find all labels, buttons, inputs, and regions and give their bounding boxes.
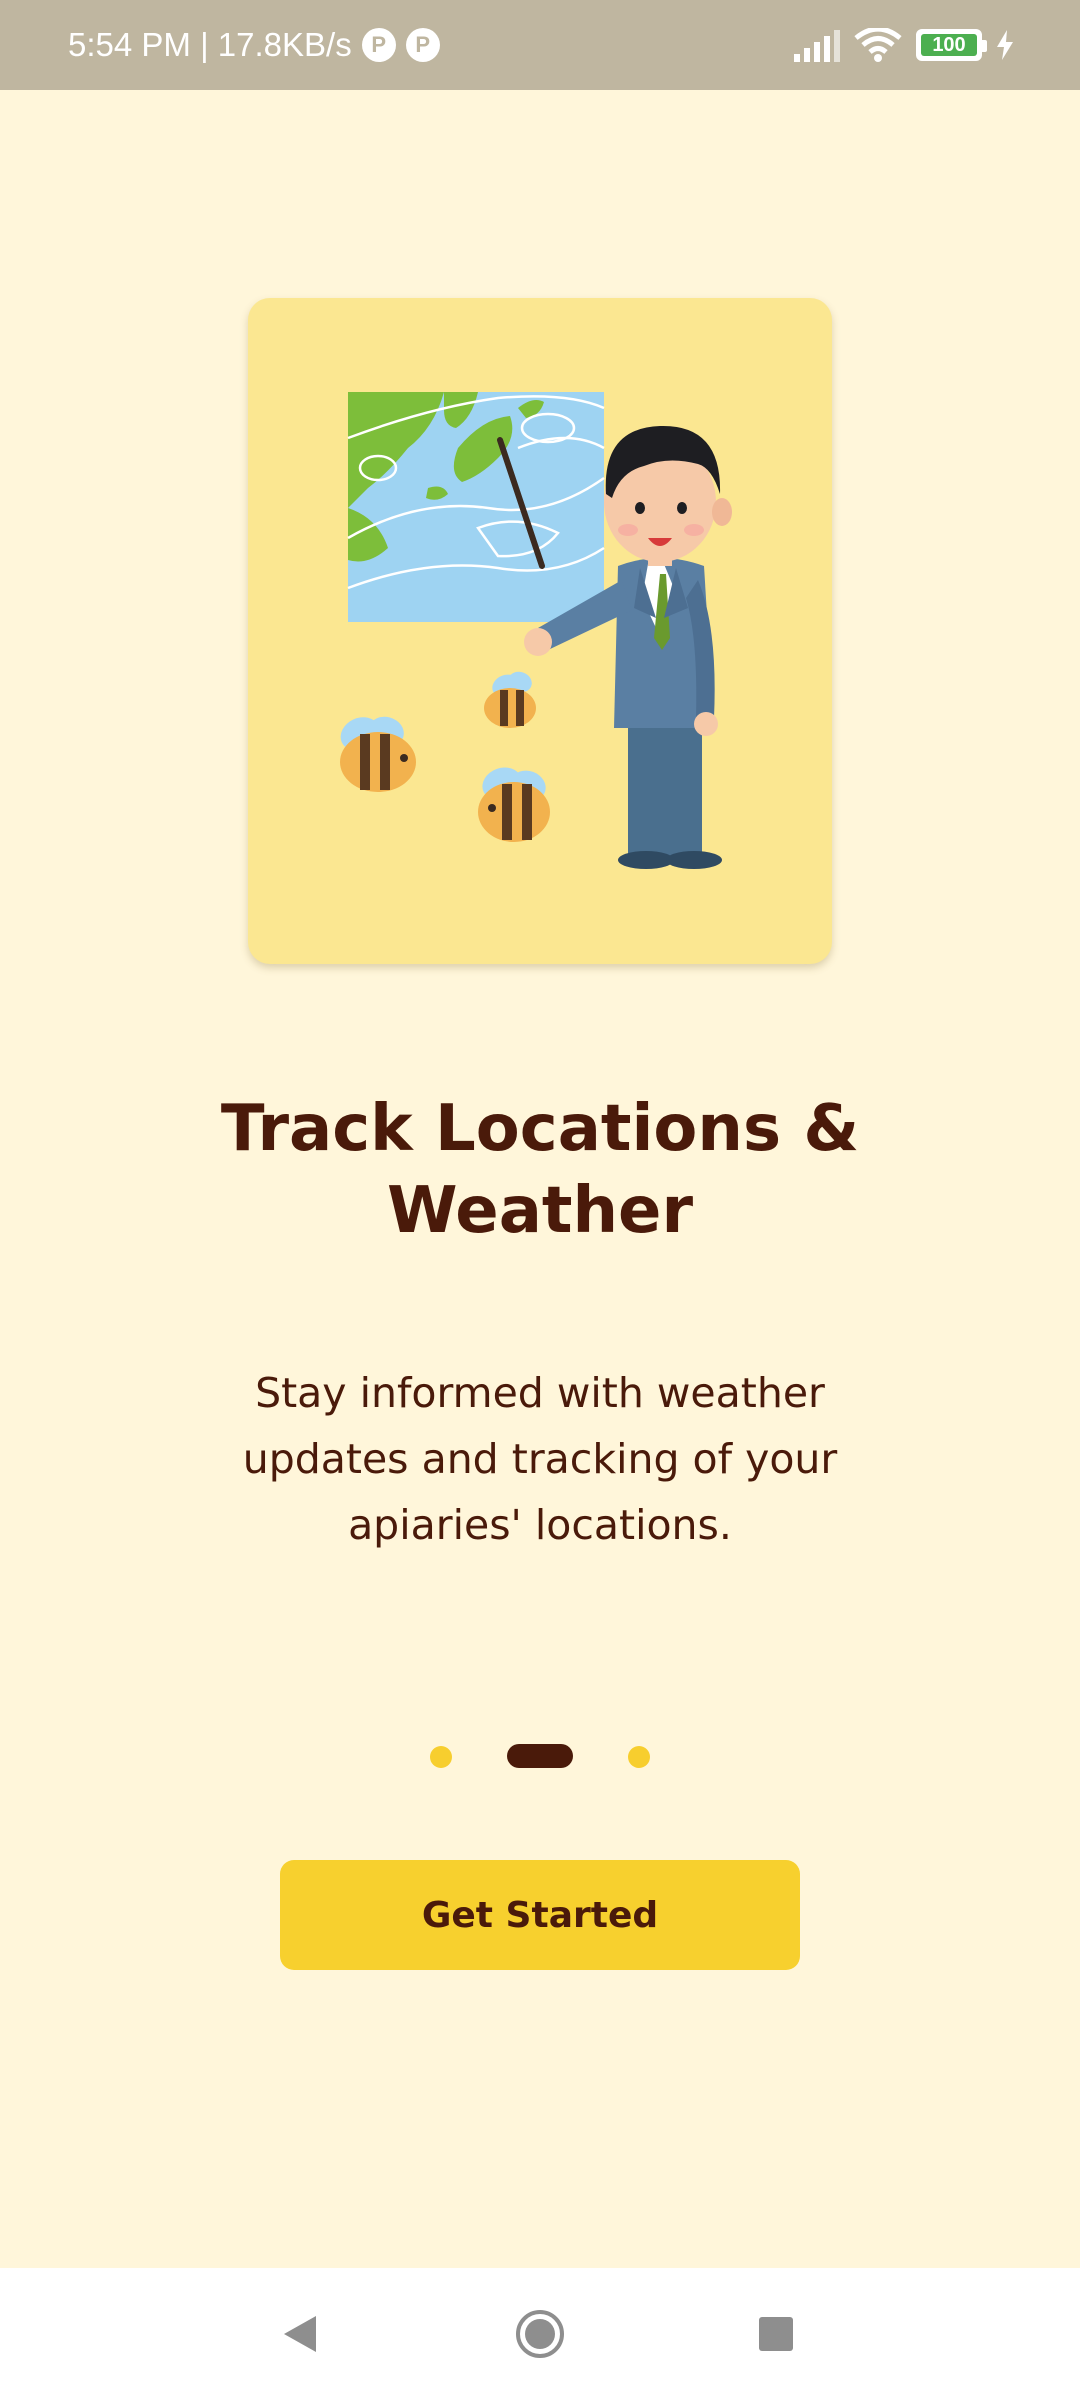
notification-app-icon: P [361,28,396,62]
status-left: 5:54 PM | 17.8KB/s P P [68,0,440,90]
bee-bottom [478,767,550,842]
weather-forecaster-illustration [340,392,732,869]
bee-small [484,671,536,728]
signal-icon [794,30,840,62]
recents-icon[interactable] [746,2304,806,2364]
onboarding-screen: 5:54 PM | 17.8KB/s P P 100 Track Locatio… [0,0,1080,2400]
wifi-icon [854,28,902,62]
status-bar: 5:54 PM | 17.8KB/s P P 100 [0,0,1080,90]
back-icon[interactable] [270,2304,330,2364]
weather-map [347,392,605,622]
status-right: 100 [792,0,1014,90]
page-dot-active[interactable] [507,1744,573,1768]
status-time-speed: 5:54 PM | 17.8KB/s [68,26,352,63]
page-dot[interactable] [430,1746,452,1768]
page-dot[interactable] [628,1746,650,1768]
onboarding-description: Stay informed with weather updates and t… [242,1369,838,1549]
illustration-card [248,298,832,964]
home-icon[interactable] [510,2304,570,2364]
system-navigation-bar [0,2268,1080,2400]
battery-level: 100 [932,33,966,56]
battery-icon: 100 [916,29,987,61]
onboarding-title: Track Locations & Weather [220,1092,860,1248]
notification-app-icon: P [405,28,440,62]
get-started-button[interactable]: Get Started [280,1860,800,1970]
page-indicator [0,1744,1080,1768]
bee-left [340,716,416,792]
charging-icon [997,30,1013,60]
